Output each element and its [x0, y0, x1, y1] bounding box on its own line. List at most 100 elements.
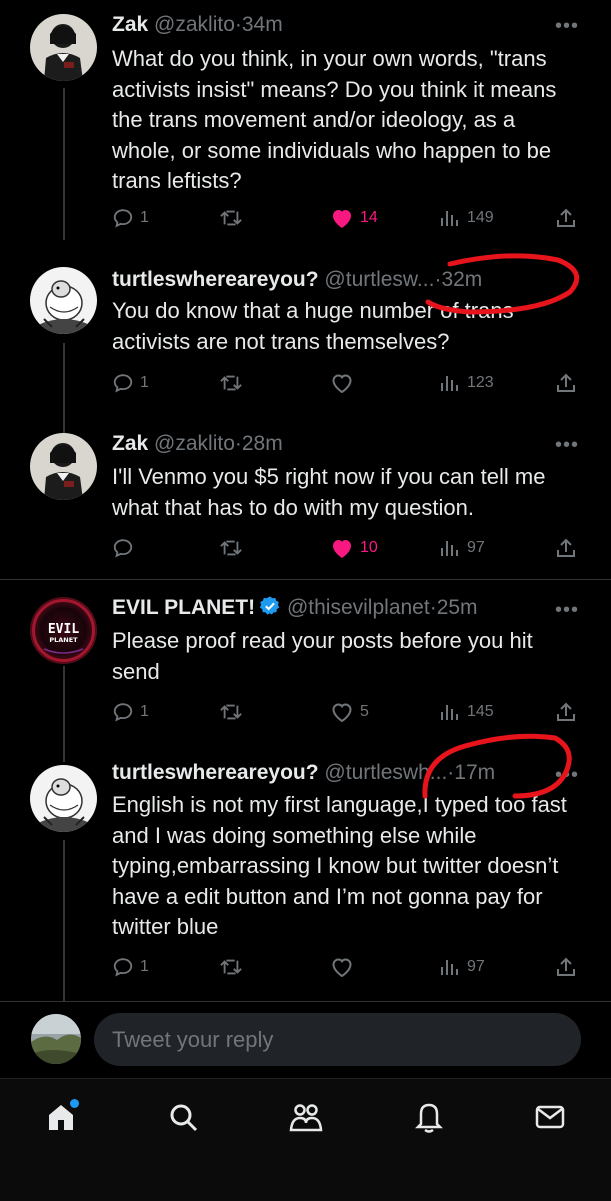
- tweet-text: What do you think, in your own words, "t…: [112, 46, 557, 193]
- tweet-actions: 10 97: [112, 535, 582, 561]
- tweet-text: Please proof read your posts before you …: [112, 628, 533, 684]
- tweet[interactable]: turtleswhereareyou? @turtleswh...·17m ••…: [0, 743, 611, 1002]
- avatar[interactable]: [30, 433, 97, 500]
- retweet-icon: [220, 704, 242, 720]
- reply-button[interactable]: 1: [112, 205, 149, 231]
- user-handle[interactable]: @turtleswh...: [324, 761, 447, 784]
- timestamp[interactable]: 32m: [441, 268, 482, 291]
- timestamp[interactable]: 25m: [437, 596, 478, 619]
- like-button[interactable]: 14: [330, 205, 378, 231]
- like-button[interactable]: [330, 954, 354, 980]
- retweet-button[interactable]: [219, 370, 243, 396]
- tweet-actions: 1 97: [112, 954, 582, 980]
- avatar[interactable]: [30, 14, 97, 81]
- avatar[interactable]: [30, 765, 97, 832]
- share-icon: [557, 957, 575, 976]
- nav-search[interactable]: [163, 1097, 203, 1137]
- tweet-header: Zak @zaklito·28m: [112, 429, 571, 459]
- person-photo-icon: [30, 433, 97, 500]
- reply-button[interactable]: 1: [112, 370, 149, 396]
- views-button[interactable]: 97: [439, 954, 485, 980]
- avatar[interactable]: EVIL PLANET: [30, 597, 97, 664]
- my-avatar[interactable]: [31, 1014, 81, 1064]
- nav-notifications[interactable]: [409, 1097, 449, 1137]
- nav-messages[interactable]: [530, 1097, 570, 1137]
- share-button[interactable]: [555, 954, 577, 980]
- reply-icon: [113, 958, 133, 977]
- like-button[interactable]: 10: [330, 535, 378, 561]
- turtle-drawing-icon: [30, 267, 97, 334]
- search-icon: [170, 1104, 198, 1132]
- more-options-icon[interactable]: •••: [555, 435, 579, 455]
- nav-home[interactable]: [41, 1097, 81, 1137]
- share-button[interactable]: [555, 370, 577, 396]
- reply-count: 1: [140, 209, 149, 226]
- separator: ·: [234, 13, 242, 36]
- more-options-icon[interactable]: •••: [555, 16, 579, 36]
- display-name[interactable]: Zak: [112, 432, 148, 455]
- share-icon: [557, 702, 575, 721]
- heart-filled-icon: [333, 210, 351, 228]
- retweet-button[interactable]: [219, 954, 243, 980]
- logo-text-evil: EVIL: [48, 622, 79, 637]
- display-name[interactable]: turtleswhereareyou?: [112, 268, 319, 291]
- reply-button[interactable]: [112, 535, 134, 561]
- views-button[interactable]: 149: [439, 205, 494, 231]
- retweet-button[interactable]: [219, 699, 243, 725]
- avatar[interactable]: [30, 267, 97, 334]
- more-options-icon[interactable]: •••: [555, 765, 579, 785]
- view-count: 97: [467, 958, 485, 975]
- communities-icon: [289, 1104, 323, 1132]
- share-button[interactable]: [555, 699, 577, 725]
- display-name[interactable]: turtleswhereareyou?: [112, 761, 319, 784]
- more-options-icon[interactable]: •••: [555, 600, 579, 620]
- tweet[interactable]: EVIL PLANET EVIL PLANET! @thisevilplanet…: [0, 580, 611, 743]
- share-button[interactable]: [555, 205, 577, 231]
- reply-composer: [0, 1002, 611, 1078]
- view-count: 149: [467, 209, 494, 226]
- like-button[interactable]: 5: [330, 699, 369, 725]
- notifications-icon: [414, 1103, 444, 1133]
- landscape-photo-icon: [31, 1014, 81, 1064]
- views-button[interactable]: 145: [439, 699, 494, 725]
- timestamp[interactable]: 28m: [242, 432, 283, 455]
- user-handle[interactable]: @zaklito: [154, 432, 235, 455]
- tweet[interactable]: turtleswhereareyou? @turtlesw...·32m You…: [0, 245, 611, 411]
- like-button[interactable]: [330, 370, 354, 396]
- tweet-header: turtleswhereareyou? @turtlesw...·32m: [112, 265, 571, 295]
- tweet-text: English is not my first language,I typed…: [112, 792, 567, 939]
- retweet-button[interactable]: [219, 205, 243, 231]
- views-icon: [441, 211, 458, 226]
- reply-button[interactable]: 1: [112, 954, 149, 980]
- views-button[interactable]: 123: [439, 370, 494, 396]
- tweet[interactable]: Zak @zaklito·34m ••• What do you think, …: [0, 0, 611, 245]
- reply-input[interactable]: [94, 1013, 581, 1066]
- views-button[interactable]: 97: [439, 535, 485, 561]
- timestamp[interactable]: 17m: [454, 761, 495, 784]
- messages-icon: [535, 1105, 565, 1129]
- nav-communities[interactable]: [286, 1097, 326, 1137]
- timestamp[interactable]: 34m: [242, 13, 283, 36]
- verified-badge-icon: [259, 595, 281, 626]
- view-count: 145: [467, 703, 494, 720]
- views-icon: [441, 960, 458, 975]
- tweet-text: You do know that a huge number of trans …: [112, 298, 514, 354]
- reply-button[interactable]: 1: [112, 699, 149, 725]
- user-handle[interactable]: @zaklito: [154, 13, 235, 36]
- turtle-drawing-icon: [30, 765, 97, 832]
- conversation-thread: Zak @zaklito·34m ••• What do you think, …: [0, 0, 611, 1002]
- like-count: 5: [360, 703, 369, 720]
- notification-dot: [70, 1099, 79, 1108]
- retweet-button[interactable]: [219, 535, 243, 561]
- view-count: 97: [467, 539, 485, 556]
- share-icon: [557, 538, 575, 557]
- display-name[interactable]: Zak: [112, 13, 148, 36]
- tweet[interactable]: Zak @zaklito·28m ••• I'll Venmo you $5 r…: [0, 411, 611, 579]
- views-icon: [441, 705, 458, 720]
- share-button[interactable]: [555, 535, 577, 561]
- user-handle[interactable]: @turtlesw...: [324, 268, 434, 291]
- display-name[interactable]: EVIL PLANET!: [112, 596, 255, 619]
- tweet-text: I'll Venmo you $5 right now if you can t…: [112, 464, 546, 520]
- user-handle[interactable]: @thisevilplanet: [287, 596, 430, 619]
- separator: ·: [429, 596, 437, 619]
